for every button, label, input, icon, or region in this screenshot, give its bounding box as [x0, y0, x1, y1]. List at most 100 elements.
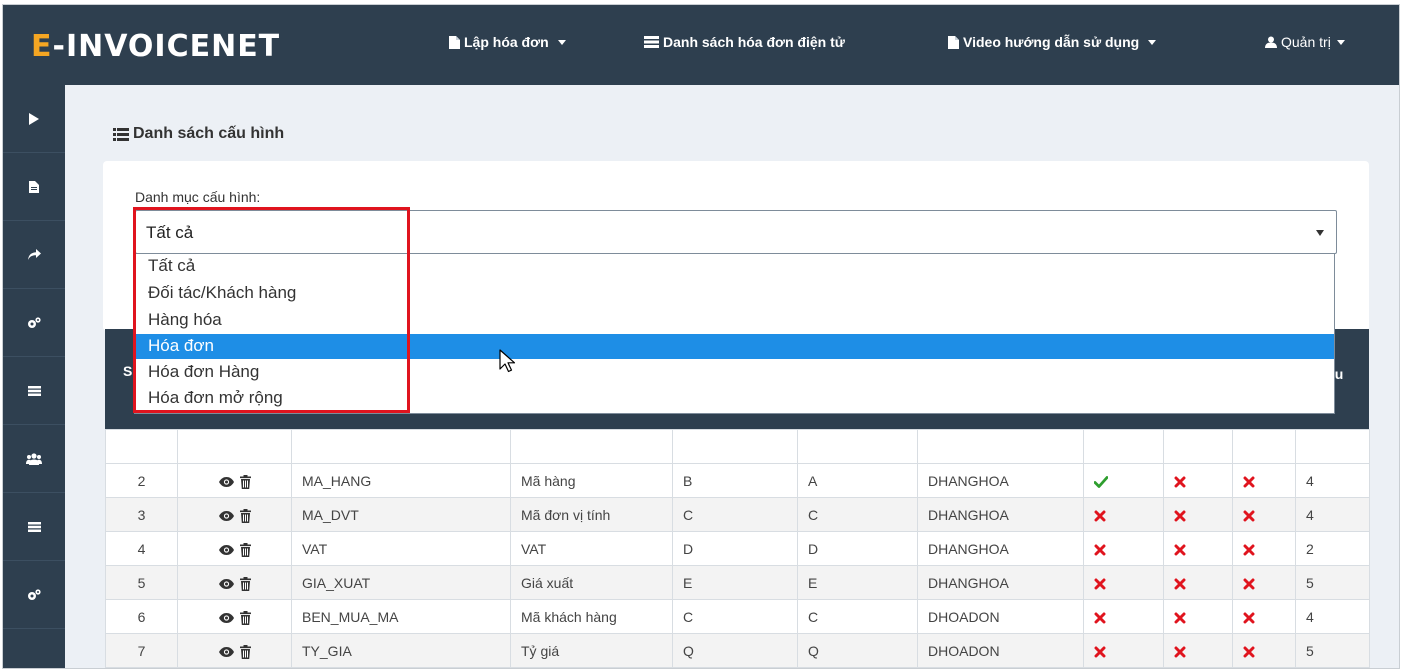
- logo-text: -INVOICENET: [52, 29, 281, 64]
- cell-name: Giá xuất: [510, 565, 673, 600]
- cell-col-a: E: [672, 565, 798, 600]
- close-icon: [1174, 646, 1186, 658]
- cell-flag-2: [1163, 599, 1233, 634]
- cell-flag-1: [1083, 463, 1164, 498]
- cell-flag-1: [1083, 497, 1164, 532]
- cell-num: 4: [1295, 599, 1370, 634]
- share-icon: [27, 249, 41, 260]
- nav-create-invoice[interactable]: Lập hóa đơn: [449, 34, 566, 50]
- cell-col-a: Q: [672, 633, 798, 668]
- sidebar-item-share[interactable]: [3, 221, 65, 289]
- cell-flag-3: [1232, 531, 1296, 566]
- cell-name: Tỷ giá: [510, 633, 673, 668]
- cell-num: 4: [1295, 497, 1370, 532]
- cell-code: MA_DVT: [291, 497, 511, 532]
- eye-icon[interactable]: [218, 544, 234, 555]
- close-icon: [1094, 612, 1106, 624]
- page-title-text: Danh sách cấu hình: [133, 125, 285, 142]
- close-icon: [1094, 646, 1106, 658]
- close-icon: [1174, 510, 1186, 522]
- eye-icon[interactable]: [218, 476, 234, 487]
- close-icon: [1243, 510, 1255, 522]
- cell-flag-2: [1163, 463, 1233, 498]
- sidebar-item-settings[interactable]: [3, 289, 65, 357]
- cell-flag-3: [1232, 463, 1296, 498]
- close-icon: [1174, 476, 1186, 488]
- config-category-options[interactable]: Tất cả Đối tác/Khách hàng Hàng hóa Hóa đ…: [134, 253, 1335, 414]
- cell-flag-3: [1232, 497, 1296, 532]
- cell-col-b: C: [797, 599, 918, 634]
- close-icon: [1174, 578, 1186, 590]
- close-icon: [1174, 544, 1186, 556]
- nav-video-guide[interactable]: Video hướng dẫn sử dụng: [948, 34, 1157, 50]
- sidebar-item-invoice[interactable]: [3, 153, 65, 221]
- cell-stt: 3: [105, 497, 178, 532]
- cell-code: VAT: [291, 531, 511, 566]
- sidebar-item-users[interactable]: [3, 425, 65, 493]
- cell-col-b: A: [797, 463, 918, 498]
- cell-actions: [177, 565, 292, 600]
- chevron-down-icon: [1336, 39, 1345, 45]
- sidebar-item-list[interactable]: [3, 357, 65, 425]
- trash-icon[interactable]: [239, 610, 251, 625]
- cell-table: DHANGHOA: [917, 565, 1084, 600]
- nav-admin[interactable]: Quản trị: [1265, 34, 1345, 50]
- config-category-value: Tất cả: [146, 223, 194, 242]
- cell-flag-2: [1163, 531, 1233, 566]
- sidebar-item-config[interactable]: [3, 561, 65, 629]
- option-partner-customer[interactable]: Đối tác/Khách hàng: [135, 281, 1334, 306]
- eye-icon[interactable]: [218, 612, 234, 623]
- table-body: 2 MA_HANG Mã hàng B A DHANGHOA 4 3 MA_DVT Mã đơn …: [105, 429, 1370, 668]
- close-icon: [1243, 476, 1255, 488]
- sidebar-toggle[interactable]: [3, 85, 65, 153]
- close-icon: [1243, 578, 1255, 590]
- page-title: Danh sách cấu hình: [113, 125, 284, 143]
- cell-col-a: C: [672, 497, 798, 532]
- cell-flag-2: [1163, 565, 1233, 600]
- table-row: 5 GIA_XUAT Giá xuất E E DHANGHOA 5: [105, 565, 1370, 600]
- trash-icon[interactable]: [239, 508, 251, 523]
- option-all[interactable]: Tất cả: [135, 254, 1334, 279]
- table-row: 2 MA_HANG Mã hàng B A DHANGHOA 4: [105, 463, 1370, 498]
- cell-flag-1: [1083, 599, 1164, 634]
- nav-create-invoice-label: Lập hóa đơn: [464, 34, 549, 50]
- cell-col-a: B: [672, 463, 798, 498]
- nav-invoice-list-label: Danh sách hóa đơn điện tử: [663, 34, 845, 50]
- cell-num: 2: [1295, 531, 1370, 566]
- nav-invoice-list[interactable]: Danh sách hóa đơn điện tử: [644, 34, 845, 50]
- eye-icon[interactable]: [218, 510, 234, 521]
- list-icon: [27, 385, 41, 396]
- trash-icon[interactable]: [239, 542, 251, 557]
- nav-video-guide-label: Video hướng dẫn sử dụng: [963, 34, 1140, 50]
- sidebar-item-list-2[interactable]: [3, 493, 65, 561]
- cell-num: 5: [1295, 565, 1370, 600]
- option-invoice[interactable]: Hóa đơn: [135, 334, 1334, 359]
- cell-num: 4: [1295, 463, 1370, 498]
- cogs-icon: [28, 316, 41, 328]
- option-invoice-extended[interactable]: Hóa đơn mở rộng: [135, 386, 1334, 411]
- eye-icon[interactable]: [218, 646, 234, 657]
- cell-num: 5: [1295, 633, 1370, 668]
- option-goods[interactable]: Hàng hóa: [135, 308, 1334, 333]
- table-row: 7 TY_GIA Tỷ giá Q Q DHOADON 5: [105, 633, 1370, 668]
- file-icon: [29, 180, 39, 193]
- eye-icon[interactable]: [218, 578, 234, 589]
- trash-icon[interactable]: [239, 576, 251, 591]
- close-icon: [1243, 544, 1255, 556]
- brand-logo[interactable]: E-INVOICENET: [31, 29, 280, 64]
- cell-col-a: D: [672, 531, 798, 566]
- trash-icon[interactable]: [239, 474, 251, 489]
- option-invoice-goods[interactable]: Hóa đơn Hàng: [135, 360, 1334, 385]
- user-icon: [1265, 36, 1277, 48]
- config-category-select[interactable]: Tất cả: [135, 210, 1337, 254]
- logo-letter: E: [31, 29, 53, 64]
- table-rows: 2 MA_HANG Mã hàng B A DHANGHOA 4 3 MA_DVT Mã đơn …: [105, 463, 1370, 668]
- cell-name: VAT: [510, 531, 673, 566]
- trash-icon[interactable]: [239, 644, 251, 659]
- cell-table: DHANGHOA: [917, 463, 1084, 498]
- file-icon: [449, 35, 460, 49]
- cell-flag-1: [1083, 633, 1164, 668]
- cell-flag-2: [1163, 497, 1233, 532]
- cell-stt: 4: [105, 531, 178, 566]
- cogs-icon: [28, 588, 41, 600]
